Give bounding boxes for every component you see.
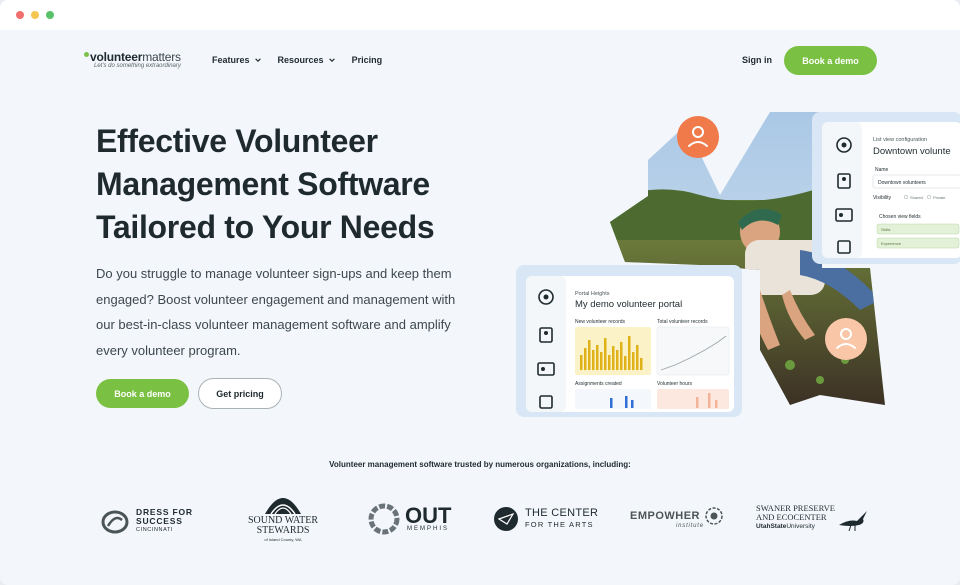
- portal-title: My demo volunteer portal: [575, 299, 682, 310]
- hero-subtitle-line: every volunteer program.: [96, 342, 241, 358]
- empower-line2: institute: [676, 523, 704, 529]
- out-line1: OUT: [405, 503, 452, 528]
- swaner-line3: UtahState: [756, 523, 787, 530]
- hero-title-line: Management Software: [96, 166, 430, 202]
- logo-tagline: Let's do something extraordinary: [94, 63, 181, 69]
- config-name-value: Downtown volunteers: [878, 180, 926, 186]
- top-nav: volunteermatters Let's do something extr…: [0, 42, 960, 80]
- flower-icon: [705, 507, 723, 525]
- chevron-down-icon: [328, 58, 335, 62]
- minimize-window-dot[interactable]: [31, 11, 39, 19]
- book-demo-button[interactable]: Book a demo: [96, 379, 189, 408]
- crane-bird-icon: [838, 510, 867, 531]
- wave-arch-icon: [265, 498, 301, 515]
- visibility-private-label: Private: [933, 195, 946, 200]
- menu-resources[interactable]: Resources: [278, 55, 336, 65]
- main-menu: Features Resources Pricing: [212, 55, 382, 65]
- menu-pricing-label: Pricing: [351, 55, 383, 65]
- maximize-window-dot[interactable]: [46, 11, 54, 19]
- hero-subtitle-line: our best-in-class volunteer management s…: [96, 317, 451, 332]
- menu-pricing[interactable]: Pricing: [352, 55, 383, 65]
- center-line1: THE CENTER: [525, 507, 599, 519]
- logo-dot-icon: [84, 52, 89, 57]
- widget-label-total-records: Total volunteer records: [657, 319, 708, 325]
- partner-logos: DRESS FOR SUCCESS CINCINNATI SOUND WATER…: [0, 480, 960, 560]
- config-title: Downtown volunte: [873, 146, 951, 157]
- menu-features-label: Features: [212, 55, 250, 65]
- hero-subtitle-line: Do you struggle to manage volunteer sign…: [96, 266, 452, 281]
- menu-resources-label: Resources: [277, 55, 324, 65]
- close-window-dot[interactable]: [16, 11, 24, 19]
- widget-label-new-records: New volunteer records: [575, 319, 626, 325]
- list-config-card: List view configuration Downtown volunte…: [812, 112, 960, 264]
- config-name-label: Name: [875, 167, 889, 173]
- logo-swaner-preserve[interactable]: SWANER PRESERVE AND ECOCENTER UtahStateU…: [756, 504, 869, 531]
- widget-label-hours: Volunteer hours: [657, 381, 693, 387]
- field-chip-experience-label: Experience: [881, 241, 902, 246]
- center-arts-icon: [494, 507, 518, 531]
- config-eyebrow: List view configuration: [873, 137, 927, 143]
- site-logo[interactable]: volunteermatters Let's do something extr…: [84, 50, 181, 69]
- config-visibility-label: Visibility: [873, 195, 891, 201]
- swaner-line2: AND ECOCENTER: [756, 512, 827, 522]
- book-demo-nav-button[interactable]: Book a demo: [784, 46, 877, 75]
- hero-title-line: Tailored to Your Needs: [96, 209, 435, 245]
- dress-line3: CINCINNATI: [136, 527, 174, 533]
- browser-window: volunteermatters Let's do something extr…: [0, 0, 960, 585]
- portal-card: Portal Heights My demo volunteer portal …: [516, 265, 742, 417]
- window-chrome: [0, 0, 960, 30]
- logo-out-memphis[interactable]: OUT MEMPHIS: [367, 502, 451, 536]
- widget-label-assignments: Assignments created: [575, 381, 622, 387]
- sign-in-link[interactable]: Sign in: [742, 55, 772, 65]
- hero-subtitle-line: engaged? Boost volunteer engagement and …: [96, 291, 456, 307]
- out-line2: MEMPHIS: [407, 526, 450, 532]
- dress-swirl-icon: [101, 510, 129, 533]
- hero-title-line: Effective Volunteer: [96, 123, 378, 159]
- get-pricing-button[interactable]: Get pricing: [198, 378, 282, 409]
- hero-title: Effective Volunteer Management Software …: [96, 120, 516, 249]
- dress-line2: SUCCESS: [136, 516, 183, 526]
- hero-subtitle: Do you struggle to manage volunteer sign…: [96, 261, 496, 363]
- field-chip-skills-label: Skills: [881, 227, 890, 232]
- sound-line3: of Island County, WA: [264, 537, 302, 542]
- logo-light-text: matters: [142, 50, 181, 64]
- sound-line2: STEWARDS: [256, 525, 310, 536]
- logo-empowher[interactable]: EMPOWHER institute: [630, 506, 724, 529]
- menu-features[interactable]: Features: [212, 55, 262, 65]
- empower-line1: EMPOWHER: [630, 510, 700, 522]
- visibility-shared-label: Shared: [910, 195, 923, 200]
- out-ring-icon: [368, 503, 400, 535]
- logo-bold-text: volunteer: [90, 50, 143, 64]
- logo-center-for-arts[interactable]: THE CENTER FOR THE ARTS: [493, 506, 598, 532]
- portal-eyebrow: Portal Heights: [575, 291, 610, 297]
- trusted-by-text: Volunteer management software trusted by…: [329, 460, 631, 469]
- logo-dress-for-success[interactable]: DRESS FOR SUCCESS CINCINNATI: [100, 508, 193, 535]
- swaner-line4: University: [786, 523, 815, 530]
- center-line2: FOR THE ARTS: [525, 520, 594, 529]
- hero-illustration: Portal Heights My demo volunteer portal …: [516, 112, 960, 417]
- chevron-down-icon: [254, 58, 261, 62]
- config-fields-label: Chosen view fields: [879, 214, 921, 220]
- logo-sound-water-stewards[interactable]: SOUND WATER STEWARDS of Island County, W…: [242, 488, 324, 542]
